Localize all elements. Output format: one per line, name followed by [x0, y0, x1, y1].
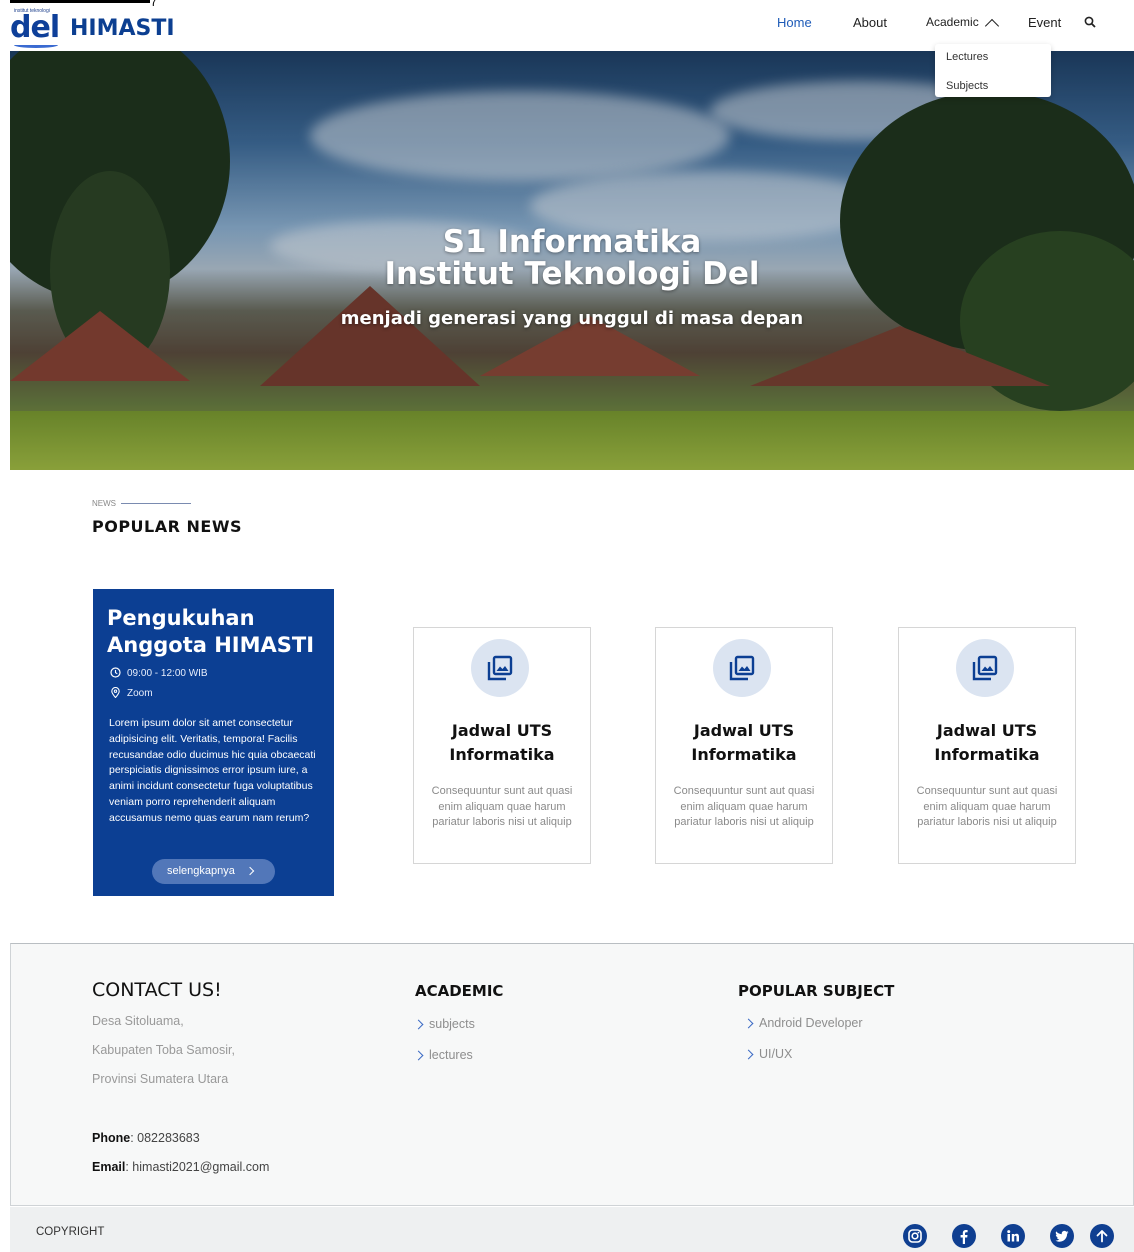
news-card[interactable]: Jadwal UTS Informatika Consequuntur sunt… — [655, 627, 833, 864]
phone-label: Phone — [92, 1131, 131, 1145]
chevron-right-icon — [245, 866, 255, 876]
image-gallery-icon — [487, 655, 513, 681]
card-description: Consequuntur sunt aut quasi enim aliquam… — [431, 785, 573, 829]
hero-subtitle: menjadi generasi yang unggul di masa dep… — [340, 308, 804, 329]
footer-link-ui-ux[interactable]: UI/UX — [743, 1047, 793, 1061]
search-icon[interactable] — [1084, 16, 1096, 28]
copyright-text: COPYRIGHT — [36, 1226, 105, 1238]
chevron-right-icon — [413, 1019, 424, 1030]
hero-banner: S1 Informatika Institut Teknologi Del me… — [10, 51, 1134, 470]
featured-title-line2: Anggota HIMASTI — [107, 633, 315, 657]
card-icon-circle — [713, 639, 771, 697]
logo-swoosh — [14, 42, 58, 48]
news-label: NEWS — [92, 499, 116, 508]
featured-news-card: Pengukuhan Anggota HIMASTI 09:00 - 12:00… — [93, 589, 334, 896]
email-line: Email: himasti2021@gmail.com — [92, 1160, 269, 1174]
email-label: Email — [92, 1160, 126, 1174]
image-gallery-icon — [972, 655, 998, 681]
image-gallery-icon — [729, 655, 755, 681]
phone-value: : 082283683 — [130, 1131, 200, 1145]
dropdown-item-subjects[interactable]: Subjects — [946, 80, 988, 92]
news-card[interactable]: Jadwal UTS Informatika Consequuntur sunt… — [413, 627, 591, 864]
card-title: Jadwal UTS Informatika — [414, 719, 590, 767]
card-title-line2: Informatika — [934, 745, 1040, 764]
facebook-icon[interactable] — [952, 1224, 976, 1248]
address-line: Kabupaten Toba Samosir, — [92, 1043, 235, 1057]
phone-line: Phone: 082283683 — [92, 1131, 200, 1145]
footer-link-android-developer[interactable]: Android Developer — [743, 1016, 863, 1030]
site-footer: CONTACT US! Desa Sitoluama, Kabupaten To… — [10, 943, 1134, 1206]
email-value[interactable]: : himasti2021@gmail.com — [125, 1160, 269, 1174]
footer-link-label: UI/UX — [759, 1047, 793, 1061]
card-description: Consequuntur sunt aut quasi enim aliquam… — [916, 785, 1058, 829]
arrow-up-icon[interactable] — [1090, 1224, 1114, 1248]
linkedin-icon[interactable] — [1001, 1224, 1025, 1248]
footer-link-label: subjects — [429, 1017, 475, 1031]
featured-time-text: 09:00 - 12:00 WIB — [127, 668, 208, 679]
nav-home[interactable]: Home — [777, 15, 812, 30]
card-title-line2: Informatika — [691, 745, 797, 764]
contact-title: CONTACT US! — [92, 979, 222, 1001]
featured-time: 09:00 - 12:00 WIB — [110, 667, 208, 679]
top-strip-bar — [10, 0, 150, 3]
news-section-title: POPULAR NEWS — [92, 517, 243, 536]
featured-body: Lorem ipsum dolor sit amet consectetur a… — [109, 717, 316, 824]
card-title-line2: Informatika — [449, 745, 555, 764]
featured-location-text: Zoom — [127, 688, 153, 699]
card-description: Consequuntur sunt aut quasi enim aliquam… — [673, 785, 815, 829]
instagram-icon[interactable] — [903, 1224, 927, 1248]
card-title-line1: Jadwal UTS — [936, 721, 1038, 740]
hero-title-line2: Institut Teknologi Del — [384, 256, 760, 292]
featured-location: Zoom — [110, 687, 153, 699]
footer-link-subjects[interactable]: subjects — [413, 1017, 475, 1031]
selengkapnya-label: selengkapnya — [167, 865, 235, 877]
chevron-right-icon — [413, 1050, 424, 1061]
card-icon-circle — [956, 639, 1014, 697]
card-title-line1: Jadwal UTS — [451, 721, 553, 740]
news-divider — [121, 503, 191, 504]
hero-title-line1: S1 Informatika — [442, 224, 702, 260]
chevron-right-icon — [743, 1049, 754, 1060]
popular-subject-title: POPULAR SUBJECT — [738, 982, 895, 1000]
dropdown-item-lectures[interactable]: Lectures — [946, 51, 988, 63]
nav-academic[interactable]: Academic — [926, 15, 979, 29]
footer-link-lectures[interactable]: lectures — [413, 1048, 473, 1062]
academic-title: ACADEMIC — [415, 982, 504, 1000]
del-logo[interactable]: institut teknologi del — [10, 6, 60, 50]
footer-link-label: lectures — [429, 1048, 473, 1062]
address-line: Desa Sitoluama, — [92, 1014, 184, 1028]
card-title: Jadwal UTS Informatika — [656, 719, 832, 767]
nav-event[interactable]: Event — [1028, 15, 1061, 30]
address-line: Provinsi Sumatera Utara — [92, 1072, 229, 1086]
location-pin-icon — [111, 687, 120, 698]
chevron-right-icon — [743, 1018, 754, 1029]
footer-link-label: Android Developer — [759, 1016, 863, 1030]
academic-dropdown: Lectures Subjects — [935, 44, 1051, 97]
logo-text: del — [10, 10, 60, 45]
card-title-line1: Jadwal UTS — [693, 721, 795, 740]
featured-title: Pengukuhan Anggota HIMASTI — [107, 605, 314, 659]
selengkapnya-button[interactable]: selengkapnya — [152, 859, 275, 884]
clock-icon — [110, 667, 121, 678]
news-card[interactable]: Jadwal UTS Informatika Consequuntur sunt… — [898, 627, 1076, 864]
brand-name[interactable]: HIMASTI — [70, 16, 175, 41]
twitter-icon[interactable] — [1050, 1224, 1074, 1248]
card-icon-circle — [471, 639, 529, 697]
featured-title-line1: Pengukuhan — [107, 606, 255, 630]
nav-about[interactable]: About — [853, 15, 887, 30]
card-title: Jadwal UTS Informatika — [899, 719, 1075, 767]
